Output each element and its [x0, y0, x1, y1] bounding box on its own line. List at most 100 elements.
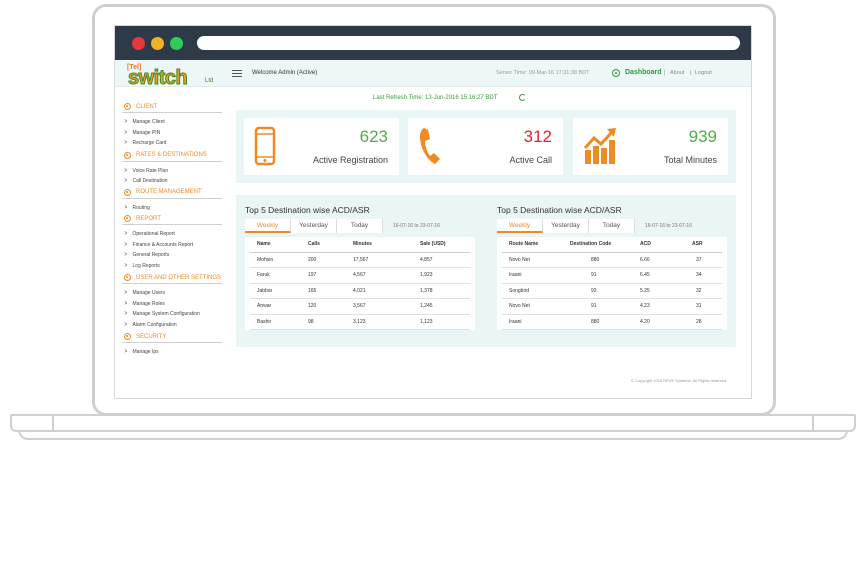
period-tabs: Weekly Yesterday Today 16-07-16 to 23-07…	[245, 219, 475, 233]
stat-value: 939	[688, 127, 717, 146]
chevron-right-icon: >	[124, 349, 127, 355]
chevron-right-icon: >	[124, 129, 127, 136]
table-cell: 31	[696, 303, 702, 310]
sidebar-section-route-management[interactable]: ROUTE MANAGEMENT	[122, 187, 222, 199]
client-icon	[124, 103, 131, 110]
column-header: Route Name	[509, 241, 539, 248]
table-cell: 98	[308, 318, 314, 325]
sidebar-item-alarm-configuration[interactable]: > Alarm Configuration	[122, 320, 222, 331]
stat-card-active-registration[interactable]: 623 Active Registration	[244, 118, 399, 175]
chevron-right-icon: >	[124, 204, 127, 211]
sidebar-section-rates[interactable]: RATES & DESTINATIONS	[122, 150, 222, 162]
table-row[interactable]: Novo Net 880 6.66 37	[502, 253, 722, 268]
table-cell: 32	[696, 287, 702, 294]
tab-today[interactable]: Today	[589, 219, 635, 233]
table-row[interactable]: Faruk 197 4,567 1,923	[250, 268, 470, 284]
section-label: ROUTE MANAGEMENT	[136, 189, 202, 195]
sidebar-item-label: Manage Users	[132, 290, 166, 296]
table-cell: 1,123	[420, 318, 433, 325]
table-row[interactable]: Novo Net 91 4.23 31	[502, 299, 722, 315]
column-header: Minutes	[353, 241, 372, 248]
table-row[interactable]: Mohsin 200 17,567 4,857	[250, 253, 470, 268]
sidebar-item-call-destination[interactable]: > Call Destination	[122, 176, 222, 187]
sidebar-item-manage-pin[interactable]: > Manage PIN	[122, 128, 222, 139]
chevron-right-icon: >	[124, 262, 127, 269]
table-title: Top 5 Destination wise ACD/ASR	[497, 205, 622, 215]
sidebar-section-client[interactable]: CLIENT	[122, 101, 222, 113]
column-header: Sale (USD)	[420, 241, 446, 248]
sidebar-item-general-reports[interactable]: > General Reports	[122, 250, 222, 261]
tab-yesterday[interactable]: Yesterday	[291, 219, 337, 233]
mobile-phone-icon	[254, 126, 276, 166]
maximize-window-button[interactable]	[170, 37, 183, 50]
copyright-text: © Copyright 2016 REVE Systems. All Right…	[631, 378, 728, 383]
table-cell: 4,857	[420, 256, 433, 263]
sidebar-item-recharge-card[interactable]: > Recharge Card	[122, 138, 222, 149]
sidebar-item-finance-report[interactable]: > Finance & Accounts Report	[122, 240, 222, 251]
column-header: ASR	[692, 241, 703, 248]
table-cell: Songbird	[509, 287, 530, 294]
tab-yesterday[interactable]: Yesterday	[543, 219, 589, 233]
table-cell: 91	[591, 303, 597, 310]
address-bar[interactable]	[197, 36, 740, 50]
stat-label: Active Call	[509, 155, 552, 165]
table-row[interactable]: Songbird 92 5.25 32	[502, 284, 722, 299]
data-table: Name Calls Minutes Sale (USD) Mohsin 200…	[245, 237, 475, 330]
date-range: 16-07-16 to 23-07-16	[645, 223, 692, 229]
period-tabs: Weekly Yesterday Today 16-07-16 to 23-07…	[497, 219, 727, 233]
tab-today[interactable]: Today	[337, 219, 383, 233]
chevron-right-icon: >	[124, 140, 127, 146]
section-label: REPORT	[136, 215, 161, 222]
refresh-icon[interactable]	[519, 94, 526, 101]
tab-weekly[interactable]: Weekly	[497, 219, 543, 233]
sidebar-section-report[interactable]: REPORT	[122, 213, 222, 225]
data-table: Route Name Destination Code ACD ASR Novo…	[497, 237, 727, 330]
table-cell: 6.45	[640, 272, 650, 279]
logo-name: switch	[127, 67, 188, 90]
sidebar-item-manage-roles[interactable]: > Manage Roles	[122, 299, 222, 310]
table-cell: 91	[591, 272, 597, 279]
table-cell: 197	[308, 272, 317, 279]
sidebar-item-manage-client[interactable]: > Manage Client	[122, 117, 222, 128]
sidebar-item-label: Manage Ips	[132, 349, 159, 355]
stat-card-total-minutes[interactable]: 939 Total Minutes	[573, 118, 728, 175]
sidebar-item-system-configuration[interactable]: > Manage System Configuration	[122, 309, 222, 320]
close-window-button[interactable]	[132, 37, 145, 50]
table-cell: Faruk	[257, 272, 270, 279]
table-cell: 6.66	[640, 256, 650, 263]
column-header: Name	[257, 241, 271, 248]
chevron-right-icon: >	[124, 167, 127, 174]
sidebar-item-routing[interactable]: > Routing	[122, 203, 222, 214]
table-cell: 200	[308, 256, 317, 263]
menu-toggle-icon[interactable]	[232, 70, 242, 77]
about-link[interactable]: About	[670, 70, 684, 76]
sidebar-item-label: Routing	[132, 204, 150, 211]
table-row[interactable]: Jabbar 165 4,021 1,378	[250, 284, 470, 299]
stat-card-active-call[interactable]: 312 Active Call	[408, 118, 563, 175]
sidebar-item-label: Manage System Configuration	[132, 311, 200, 317]
sidebar-item-operational-report[interactable]: > Operational Report	[122, 229, 222, 240]
dashboard-link[interactable]: Dashboard |	[625, 69, 667, 76]
tab-weekly[interactable]: Weekly	[245, 219, 291, 233]
app-logo[interactable]: [Tel] switch Ltd	[125, 63, 217, 91]
table-row[interactable]: Bashir 98 3,123 1,123	[250, 315, 470, 330]
dashboard-icon	[612, 69, 620, 77]
logout-link[interactable]: Logout	[695, 70, 712, 76]
table-row[interactable]: Anwar 120 3,567 1,245	[250, 299, 470, 315]
sidebar-item-manage-users[interactable]: > Manage Users	[122, 288, 222, 299]
minimize-window-button[interactable]	[151, 37, 164, 50]
table-cell: Iraani	[509, 318, 522, 325]
section-label: CLIENT	[136, 103, 158, 110]
sidebar-section-security[interactable]: SECURITY	[122, 331, 222, 343]
sidebar-item-log-reports[interactable]: > Log Reports	[122, 261, 222, 272]
telephone-handset-icon	[420, 128, 440, 164]
welcome-text: Welcome Admin (Active)	[252, 70, 318, 76]
table-row[interactable]: Iraani 91 6.45 34	[502, 268, 722, 284]
table-cell: Bashir	[257, 318, 272, 325]
dashboard-label: Dashboard	[625, 69, 662, 76]
sidebar-section-user-settings[interactable]: USER AND OTHER SETTINGS	[122, 272, 222, 284]
sidebar-item-manage-ips[interactable]: > Manage Ips	[122, 347, 222, 358]
table-row[interactable]: Iraani 880 4.20 28	[502, 315, 722, 330]
table-cell: 880	[591, 256, 600, 263]
sidebar-item-voice-rate-plan[interactable]: > Voice Rate Plan	[122, 166, 222, 177]
